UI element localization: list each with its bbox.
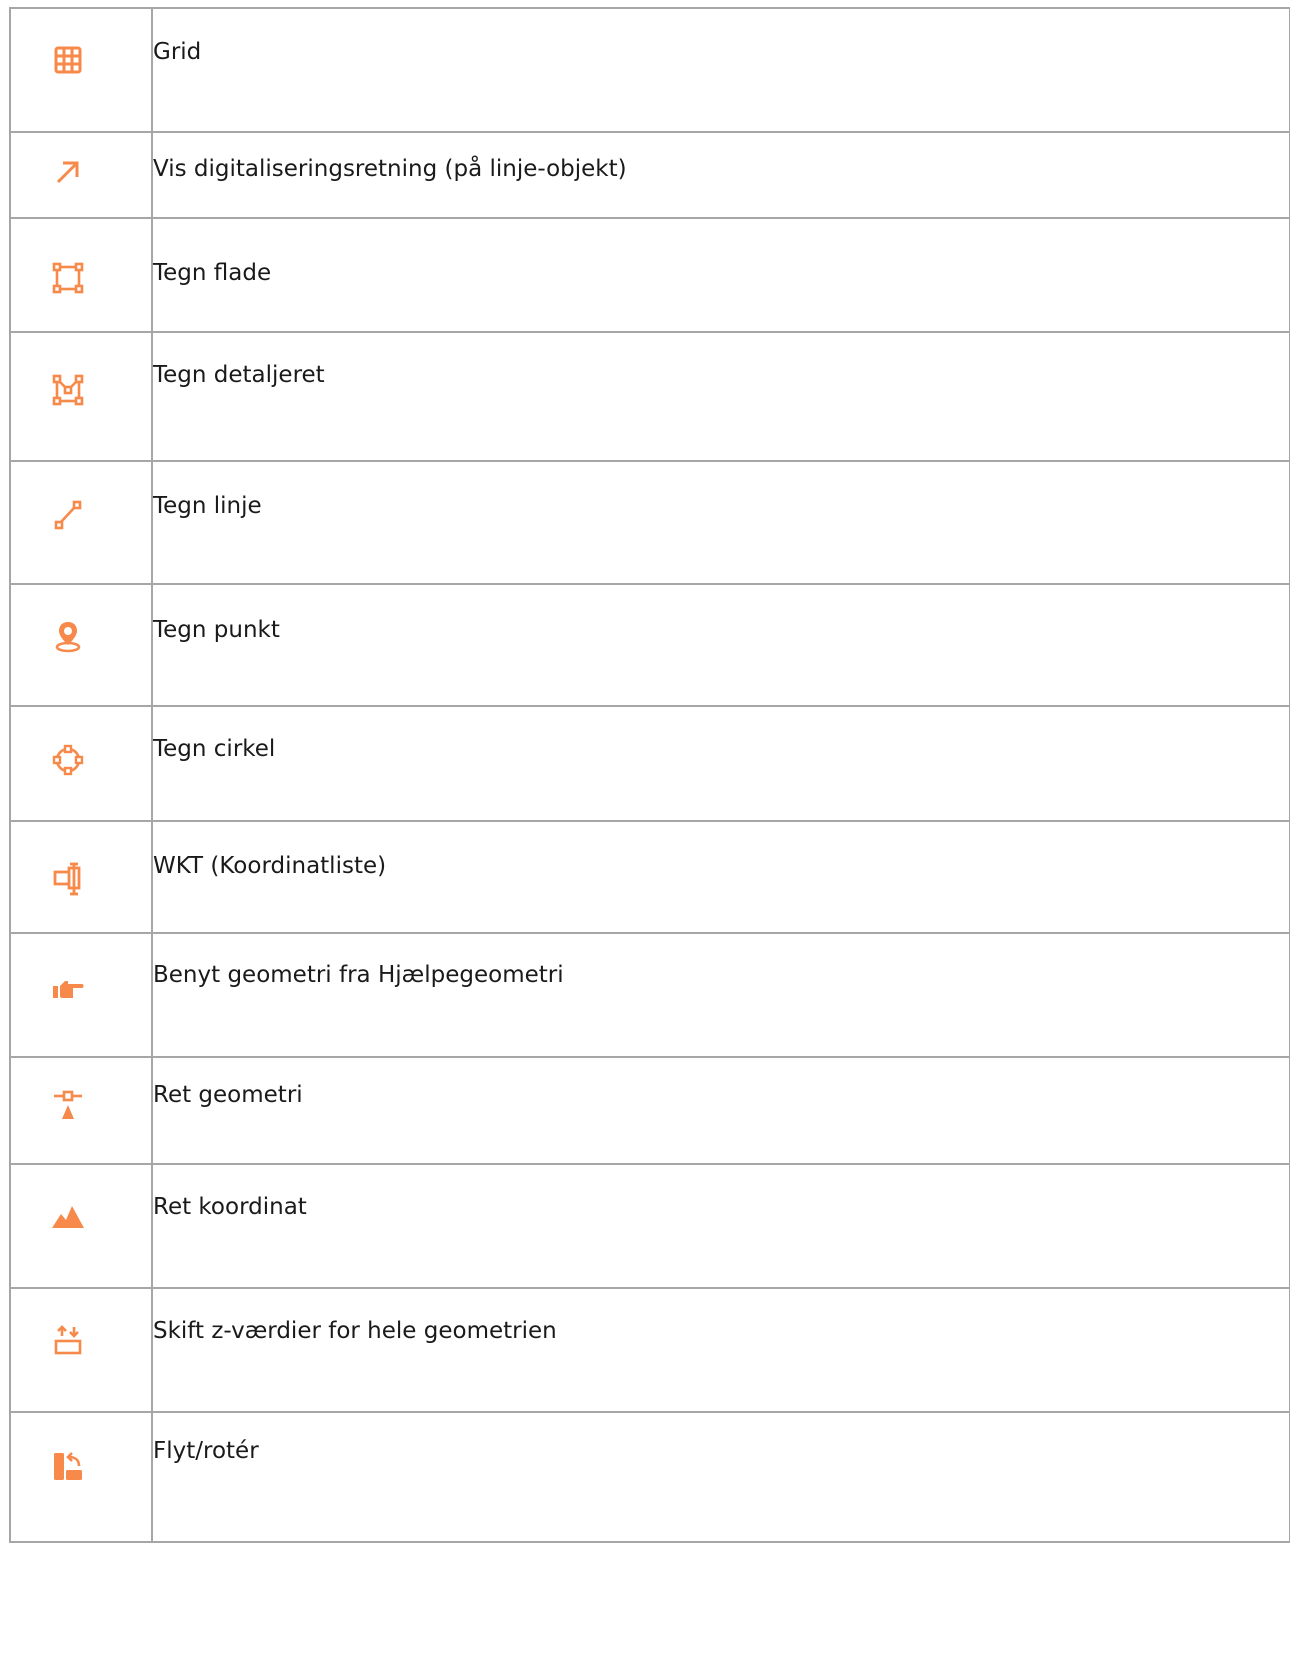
table-row: Tegn flade [9, 217, 1290, 333]
label-cell: Ret koordinat [151, 1163, 1290, 1289]
icon-cell [9, 1056, 153, 1165]
row-label: Tegn linje [153, 493, 262, 519]
table-row: Tegn cirkel [9, 705, 1290, 822]
label-cell: Ret geometri [151, 1056, 1290, 1165]
table-row: Tegn detaljeret [9, 331, 1290, 462]
swap-z-values-icon [51, 1323, 85, 1357]
icon-cell [9, 217, 153, 333]
row-label: Benyt geometri fra Hjælpegeometri [153, 962, 564, 988]
row-label: Ret koordinat [153, 1194, 307, 1220]
label-cell: Tegn punkt [151, 583, 1290, 707]
icon-cell [9, 705, 153, 822]
line-draw-icon [51, 498, 85, 532]
icon-cell [9, 932, 153, 1058]
icon-cell [9, 331, 153, 462]
label-cell: WKT (Koordinatliste) [151, 820, 1290, 934]
table-row: Benyt geometri fra Hjælpegeometri [9, 932, 1290, 1058]
row-label: Tegn cirkel [153, 736, 276, 762]
row-label: Tegn detaljeret [153, 362, 325, 388]
icon-cell [9, 1163, 153, 1289]
table-row: Skift z-værdier for hele geometrien [9, 1287, 1290, 1413]
icon-cell [9, 583, 153, 707]
table-row: Tegn punkt [9, 583, 1290, 707]
move-rotate-icon [51, 1449, 85, 1483]
icon-cell [9, 820, 153, 934]
row-label: Flyt/rotér [153, 1438, 259, 1464]
table-row: Ret geometri [9, 1056, 1290, 1165]
label-cell: Tegn detaljeret [151, 331, 1290, 462]
icon-cell [9, 131, 153, 219]
table-row: Grid [9, 7, 1290, 133]
label-cell: Tegn linje [151, 460, 1290, 585]
table-row: Tegn linje [9, 460, 1290, 585]
icon-cell [9, 1411, 153, 1543]
row-label: Tegn punkt [153, 617, 280, 643]
text-cursor-box-icon [51, 862, 85, 896]
label-cell: Benyt geometri fra Hjælpegeometri [151, 932, 1290, 1058]
map-marker-icon [51, 619, 85, 653]
label-cell: Skift z-værdier for hele geometrien [151, 1287, 1290, 1413]
icon-cell [9, 1287, 153, 1413]
row-label: Tegn flade [153, 260, 272, 286]
label-cell: Flyt/rotér [151, 1411, 1290, 1543]
row-label: Vis digitaliseringsretning (på linje-obj… [153, 156, 627, 182]
mountains-icon [51, 1200, 85, 1234]
hand-pointing-icon [51, 972, 85, 1006]
label-cell: Grid [151, 7, 1290, 133]
grid-icon [51, 43, 85, 77]
table-row: Flyt/rotér [9, 1411, 1290, 1543]
label-cell: Tegn flade [151, 217, 1290, 333]
table-row: WKT (Koordinatliste) [9, 820, 1290, 934]
row-label: Grid [153, 39, 202, 65]
table-row: Ret koordinat [9, 1163, 1290, 1289]
table-row: Vis digitaliseringsretning (på linje-obj… [9, 131, 1290, 219]
row-label: Skift z-værdier for hele geometrien [153, 1318, 557, 1344]
polygon-detailed-draw-icon [51, 373, 85, 407]
vertex-edit-icon [51, 1088, 85, 1122]
label-cell: Vis digitaliseringsretning (på linje-obj… [151, 131, 1290, 219]
label-cell: Tegn cirkel [151, 705, 1290, 822]
icon-cell [9, 7, 153, 133]
row-label: WKT (Koordinatliste) [153, 853, 387, 879]
circle-draw-icon [51, 743, 85, 777]
polygon-draw-icon [51, 261, 85, 295]
icon-cell [9, 460, 153, 585]
arrow-up-right-icon [51, 155, 85, 189]
row-label: Ret geometri [153, 1082, 303, 1108]
icon-legend-table: Grid Vis digitaliseringsretning (på linj… [9, 7, 1290, 1543]
